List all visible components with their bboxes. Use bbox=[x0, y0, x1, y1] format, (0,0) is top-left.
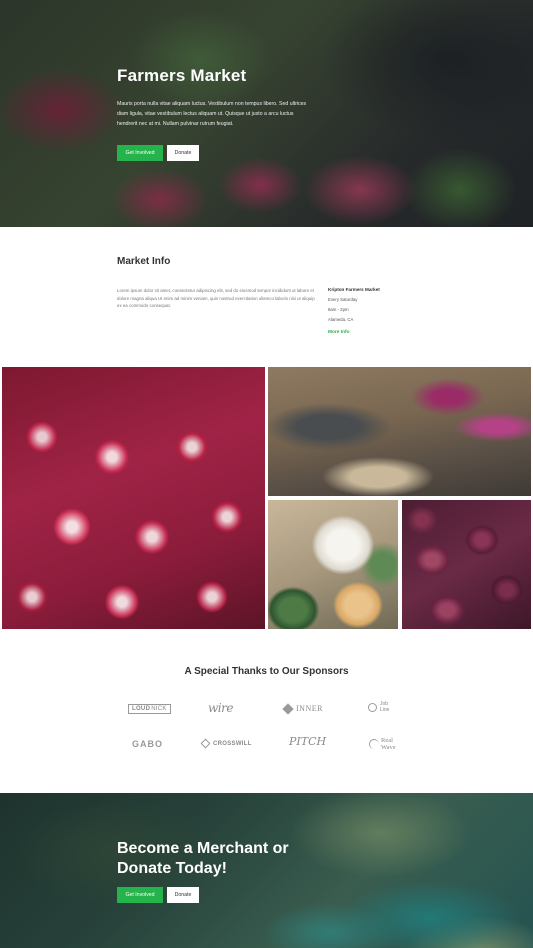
jobline-logo: Job Line bbox=[368, 701, 390, 713]
wire-logo: wire bbox=[208, 701, 233, 715]
hero-section: Farmers Market Mauris porta nulla vitae … bbox=[0, 0, 533, 227]
jobline-logo-text: Job Line bbox=[380, 701, 390, 713]
jobline-ring-icon bbox=[368, 703, 377, 712]
cta-section: Become a Merchant or Donate Today! Get I… bbox=[0, 793, 533, 948]
crosswill-diamond-icon bbox=[200, 738, 211, 749]
sponsors-title: A Special Thanks to Our Sponsors bbox=[184, 666, 349, 677]
loudnick-logo-word-a: LOUD bbox=[132, 706, 151, 712]
cta-get-involved-button[interactable]: Get Involved bbox=[117, 887, 163, 903]
cta-title: Become a Merchant or Donate Today! bbox=[117, 840, 289, 877]
realwave-logo: Real Wave bbox=[369, 737, 396, 751]
more-info-link[interactable]: More Info bbox=[328, 330, 350, 335]
jobline-logo-word-b: Line bbox=[380, 706, 390, 713]
market-info-title: Market Info bbox=[117, 256, 171, 267]
crosswill-logo-text: CROSSWILL bbox=[213, 740, 252, 747]
inner-logo: INNER bbox=[282, 702, 323, 715]
crosswill-logo: CROSSWILL bbox=[200, 738, 252, 749]
melons-photo bbox=[268, 500, 398, 629]
inner-logo-text: INNER bbox=[296, 704, 323, 713]
loudnick-logo: LOUD NICK bbox=[128, 704, 171, 714]
market-crates-photo bbox=[268, 367, 531, 496]
hero-get-involved-button[interactable]: Get Involved bbox=[117, 145, 163, 161]
gabo-logo: GABO bbox=[132, 739, 163, 749]
hero-title: Farmers Market bbox=[117, 66, 247, 85]
realwave-logo-text: Real Wave bbox=[381, 737, 396, 751]
realwave-logo-word-b: Wave bbox=[381, 744, 396, 751]
realwave-arc-icon bbox=[369, 739, 379, 749]
hero-donate-button[interactable]: Donate bbox=[167, 145, 199, 161]
figs-photo bbox=[402, 500, 531, 629]
market-location: Alameda, CA bbox=[328, 317, 354, 322]
market-day: Every Saturday bbox=[328, 297, 358, 302]
inner-diamond-icon bbox=[282, 702, 294, 715]
market-hours: 8am - 2pm bbox=[328, 307, 349, 312]
loudnick-logo-word-b: NICK bbox=[151, 706, 167, 712]
realwave-logo-word-a: Real bbox=[381, 737, 393, 744]
pitch-logo: PITCH bbox=[289, 735, 327, 748]
radishes-photo bbox=[2, 367, 265, 629]
hero-description: Mauris porta nulla vitae aliquam luctus.… bbox=[117, 101, 307, 127]
market-info-text: Lorem ipsum dolor sit amet, consectetur … bbox=[117, 288, 315, 309]
market-name: Kripton Farmers Market bbox=[328, 287, 380, 292]
cta-donate-button[interactable]: Donate bbox=[167, 887, 199, 903]
